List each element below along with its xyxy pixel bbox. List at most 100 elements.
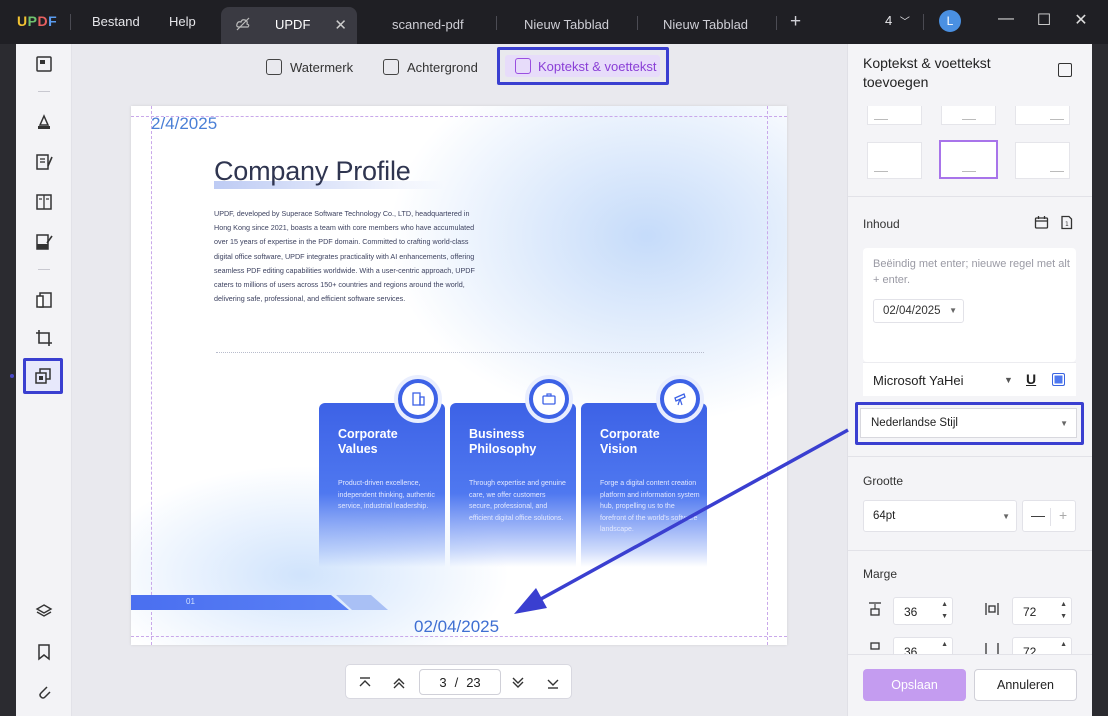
maximize-icon[interactable]: ☐ xyxy=(1034,10,1054,30)
attachment-tool[interactable] xyxy=(30,678,58,706)
background-icon xyxy=(383,59,399,75)
margin-top-input[interactable]: 36 ▲ ▼ xyxy=(893,597,953,625)
card-text: Through expertise and genuine care, we o… xyxy=(469,480,566,522)
background-label: Achtergrond xyxy=(407,59,478,75)
page-title: Company Profile xyxy=(214,156,411,186)
underline-button[interactable]: U xyxy=(1026,371,1036,387)
style-value: Nederlandse Stijl xyxy=(871,417,958,429)
card-text: Forge a digital content creation platfor… xyxy=(600,480,700,534)
panel-title: Koptekst & voettekst toevoegen xyxy=(863,55,991,90)
close-window-icon[interactable]: ✕ xyxy=(1071,10,1091,30)
new-tab-plus-icon[interactable]: + xyxy=(790,11,801,33)
crop-tool[interactable] xyxy=(30,324,58,352)
spin-up-icon[interactable]: ▲ xyxy=(1060,641,1067,648)
avatar[interactable]: L xyxy=(939,10,961,32)
spin-up-icon[interactable]: ▲ xyxy=(941,641,948,648)
save-button[interactable]: Opslaan xyxy=(863,669,966,701)
bookmark-tool[interactable] xyxy=(30,638,58,666)
tab-count-dropdown[interactable]: 4 ﹀ xyxy=(885,13,910,28)
size-select[interactable]: 64pt ▼ xyxy=(863,500,1017,532)
watermark-button[interactable]: Watermerk xyxy=(266,56,353,78)
caret-down-icon[interactable]: ▼ xyxy=(1004,375,1013,385)
chevron-down-icon: ﹀ xyxy=(899,17,910,28)
last-page-icon[interactable] xyxy=(544,674,562,692)
menu-help[interactable]: Help xyxy=(169,14,196,29)
mode-bar: Watermerk Achtergrond Koptekst & voettek… xyxy=(72,44,847,88)
page-number-icon[interactable]: 1 xyxy=(1059,215,1074,230)
margin-top-icon xyxy=(869,602,881,616)
background-button[interactable]: Achtergrond xyxy=(383,56,478,78)
footer-date-text: 02/04/2025 xyxy=(414,617,500,636)
comment-tool[interactable] xyxy=(30,108,58,136)
spin-down-icon[interactable]: ▼ xyxy=(1060,613,1067,620)
spin-up-icon[interactable]: ▲ xyxy=(941,601,948,608)
next-page-icon[interactable] xyxy=(509,674,527,692)
minimize-icon[interactable]: — xyxy=(996,10,1016,28)
calendar-icon[interactable] xyxy=(1034,215,1049,230)
margin-bottom-icon xyxy=(870,642,880,650)
tab-updf[interactable]: UPDF ✕ xyxy=(221,7,357,44)
previous-page-icon[interactable] xyxy=(390,674,408,692)
panel-actions: Opslaan Annuleren xyxy=(848,654,1093,716)
watermark-icon xyxy=(266,59,282,75)
content-placeholder: Beëindig met enter; nieuwe regel met alt… xyxy=(873,258,1070,286)
tab-label: Nieuw Tabblad xyxy=(524,17,610,32)
card-title: Corporate Values xyxy=(338,427,398,456)
form-tool[interactable] xyxy=(30,188,58,216)
spin-up-icon[interactable]: ▲ xyxy=(1060,601,1067,608)
content-textarea[interactable]: Beëindig met enter; nieuwe regel met alt… xyxy=(863,248,1076,362)
page-tools-tool[interactable] xyxy=(29,362,57,390)
title-divider xyxy=(70,14,71,30)
header-footer-button[interactable]: Koptekst & voettekst xyxy=(497,47,669,85)
position-thumb-bottom-right[interactable] xyxy=(1015,142,1070,179)
organize-tool[interactable] xyxy=(30,286,58,314)
position-thumb[interactable] xyxy=(867,106,922,125)
page-number-input[interactable]: 3 / 23 xyxy=(419,669,501,695)
tab-close-icon[interactable]: ✕ xyxy=(334,16,347,34)
style-select[interactable]: Nederlandse Stijl ▼ xyxy=(860,408,1077,438)
left-toolbar xyxy=(10,44,72,716)
tab-label: scanned-pdf xyxy=(392,17,464,32)
margin-row-2: 36 ▲ 72 ▲ xyxy=(848,634,1093,654)
margin-bottom-input[interactable]: 36 ▲ xyxy=(893,637,953,654)
cancel-button[interactable]: Annuleren xyxy=(974,669,1077,701)
layers-tool[interactable] xyxy=(30,598,58,626)
size-value: 64pt xyxy=(873,510,896,522)
position-thumb-bottom-left[interactable] xyxy=(867,142,922,179)
swap-icon[interactable] xyxy=(1058,63,1072,77)
tab-scanned-pdf[interactable]: scanned-pdf xyxy=(365,7,505,44)
font-color-button[interactable] xyxy=(1052,373,1065,386)
tab-new-1[interactable]: Nieuw Tabblad xyxy=(500,7,640,44)
position-thumb[interactable] xyxy=(941,106,996,125)
margin-left-right-input[interactable]: 72 ▲ ▼ xyxy=(1012,597,1072,625)
tab-new-2[interactable]: Nieuw Tabblad xyxy=(640,7,780,44)
date-format-select[interactable]: 02/04/2025 ▼ xyxy=(873,299,964,323)
organize-pages-icon xyxy=(36,292,52,308)
current-page: 3 xyxy=(439,674,447,690)
menu-file[interactable]: Bestand xyxy=(92,14,140,29)
building-icon xyxy=(394,375,442,423)
briefcase-icon xyxy=(525,375,573,423)
position-thumb-bottom-center[interactable] xyxy=(939,140,998,179)
font-select[interactable]: Microsoft YaHei xyxy=(873,373,964,388)
tab-cloud-off-icon xyxy=(236,17,250,31)
edit-tool[interactable] xyxy=(30,148,58,176)
first-page-icon[interactable] xyxy=(356,674,374,692)
title-bar: UPDF Bestand Help UPDF ✕ scanned-pdf Nie… xyxy=(0,0,1108,44)
margin-side-input[interactable]: 72 ▲ xyxy=(1012,637,1072,654)
watermark-label: Watermerk xyxy=(290,59,354,75)
position-thumb[interactable] xyxy=(1015,106,1070,125)
card-corporate-values: Corporate Values Product-driven excellen… xyxy=(319,375,445,567)
spin-down-icon[interactable]: ▼ xyxy=(941,613,948,620)
header-footer-panel: Koptekst & voettekst toevoegen Inhoud 1 … xyxy=(847,44,1093,716)
page-navigation: 3 / 23 xyxy=(345,664,572,699)
pdf-page: 2/4/2025 Company Profile UPDF, developed… xyxy=(131,106,787,645)
size-increase-button[interactable]: + xyxy=(1059,507,1067,523)
margin-left-right-icon xyxy=(985,603,999,615)
size-decrease-button[interactable]: — xyxy=(1031,507,1045,523)
sign-tool[interactable] xyxy=(30,228,58,256)
reader-tool[interactable] xyxy=(30,50,58,78)
caret-down-icon: ▼ xyxy=(1002,512,1010,521)
margin-side-value: 72 xyxy=(1023,645,1037,654)
paperclip-icon xyxy=(39,686,51,699)
